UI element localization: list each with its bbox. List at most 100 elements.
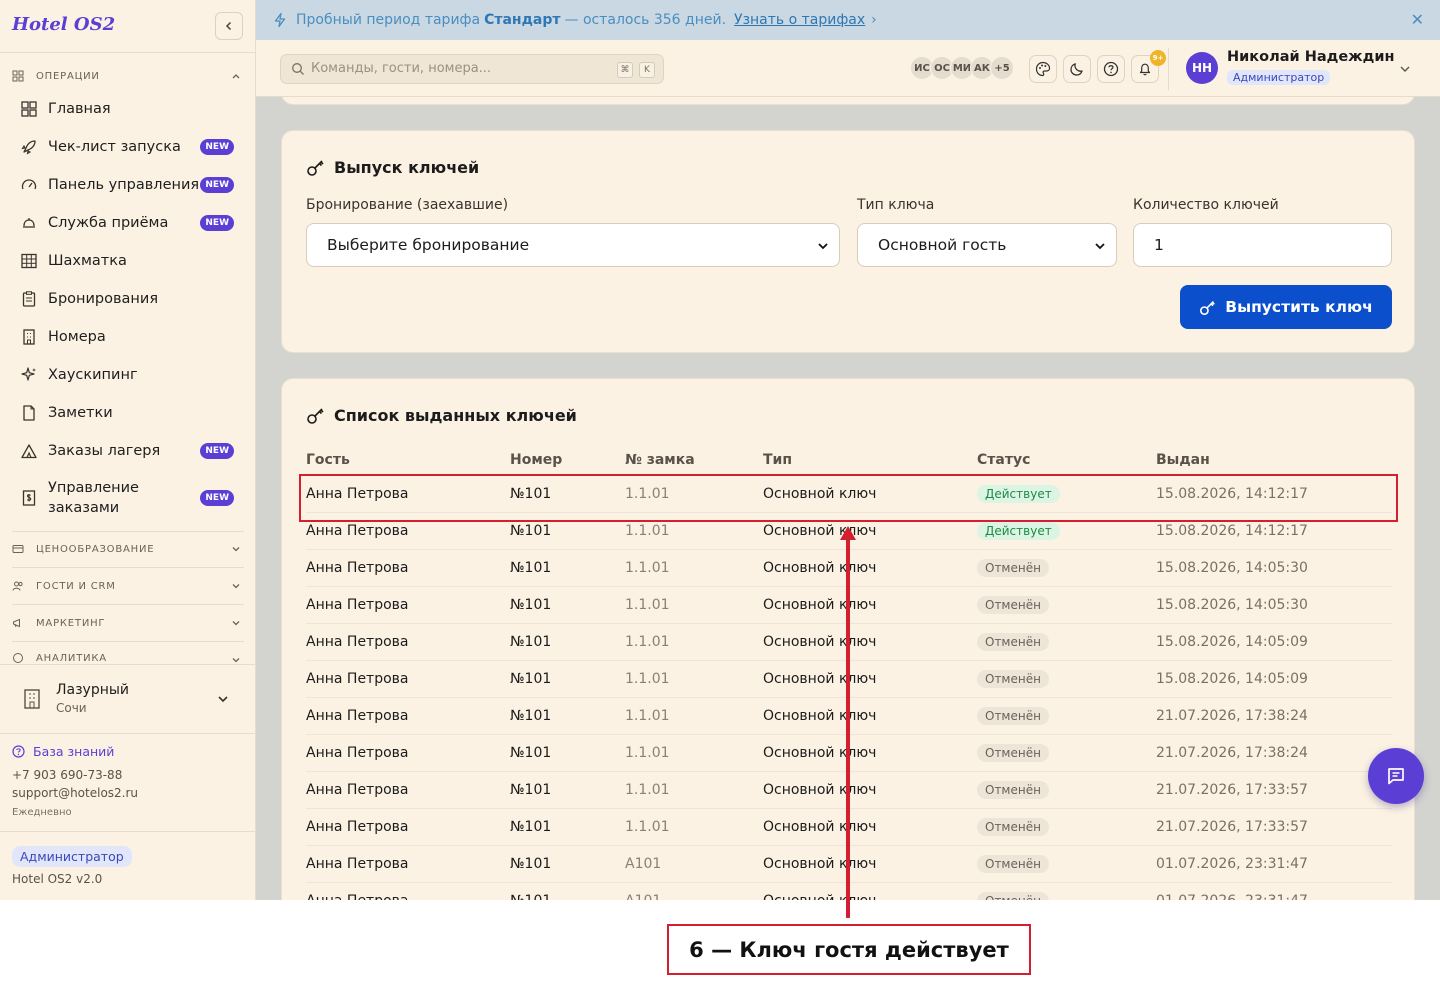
sidebar-item[interactable]: Бронирования xyxy=(12,282,244,316)
status-cell: Отменён xyxy=(977,882,1156,900)
booking-select-value: Выберите бронирование xyxy=(327,236,530,254)
key-count-input[interactable]: 1 xyxy=(1133,223,1392,267)
app-version: Hotel OS2 v2.0 xyxy=(12,872,103,886)
gauge-icon xyxy=(20,176,38,194)
moon-icon xyxy=(1070,63,1083,76)
column-header-lock[interactable]: № замка xyxy=(625,445,763,476)
sidebar-item[interactable]: Заказы лагеря NEW xyxy=(12,434,244,468)
dark-mode-button[interactable] xyxy=(1063,55,1091,83)
user-name[interactable]: Николай Надеждин xyxy=(1227,49,1395,65)
status-badge: Действует xyxy=(977,521,1060,540)
user-avatar[interactable]: НН xyxy=(1186,52,1218,84)
support-email[interactable]: support@hotelos2.ru xyxy=(12,786,138,800)
divider xyxy=(0,664,255,665)
sidebar-item[interactable]: Главная xyxy=(12,92,244,126)
theme-palette-button[interactable] xyxy=(1029,55,1057,83)
search-icon xyxy=(292,63,304,75)
guest-cell: Анна Петрова xyxy=(306,845,510,883)
type-cell: Основной ключ xyxy=(763,697,977,735)
section-pricing[interactable]: ЦЕНООБРАЗОВАНИЕ xyxy=(12,539,244,559)
section-guests-crm[interactable]: ГОСТИ И CRM xyxy=(12,576,244,596)
column-header-room[interactable]: Номер xyxy=(510,445,625,476)
column-header-type[interactable]: Тип xyxy=(763,445,977,476)
sidebar-item[interactable]: Чек-лист запуска NEW xyxy=(12,130,244,164)
type-cell: Основной ключ xyxy=(763,660,977,698)
chart-icon xyxy=(12,652,24,664)
lock-cell: 1.1.01 xyxy=(625,623,763,661)
chat-button[interactable] xyxy=(1368,748,1424,804)
clipboard-icon xyxy=(20,290,38,308)
column-header-status[interactable]: Статус xyxy=(977,445,1156,476)
pricing-link[interactable]: Узнать о тарифах xyxy=(734,12,865,28)
status-cell: Отменён xyxy=(977,734,1156,772)
tent-icon xyxy=(20,442,38,460)
building-icon xyxy=(20,328,38,346)
section-marketing[interactable]: МАРКЕТИНГ xyxy=(12,613,244,633)
issued-cell: 21.07.2026, 17:33:57 xyxy=(1156,771,1392,809)
sidebar-item[interactable]: Управление заказами NEW xyxy=(12,472,244,524)
room-cell: №101 xyxy=(510,623,625,661)
search-input[interactable] xyxy=(311,61,601,76)
status-badge: Отменён xyxy=(977,891,1049,900)
hotel-city: Сочи xyxy=(56,701,87,715)
help-button[interactable] xyxy=(1097,55,1125,83)
sidebar-item[interactable]: Служба приёма NEW xyxy=(12,206,244,240)
issue-key-button[interactable]: Выпустить ключ xyxy=(1180,285,1392,329)
type-cell: Основной ключ xyxy=(763,808,977,846)
brand-logo[interactable]: Hotel OS2 xyxy=(12,14,115,35)
chevron-down-icon xyxy=(818,243,828,250)
grid-icon xyxy=(12,70,24,82)
key-count-label: Количество ключей xyxy=(1133,197,1279,213)
chevron-down-icon xyxy=(232,547,240,552)
chevron-down-icon xyxy=(1095,243,1105,250)
status-badge: Отменён xyxy=(977,743,1049,762)
guest-cell: Анна Петрова xyxy=(306,660,510,698)
lock-cell: 1.1.01 xyxy=(625,808,763,846)
table-icon xyxy=(20,252,38,270)
key-type-select[interactable]: Основной гость xyxy=(857,223,1117,267)
type-cell: Основной ключ xyxy=(763,586,977,624)
divider xyxy=(12,641,244,642)
status-cell: Отменён xyxy=(977,697,1156,735)
top-header: ⌘ K ИС ОС МИ АК +5 9+ НН Николай Надежди… xyxy=(256,40,1440,97)
annotation-caption: 6 — Ключ гостя действует xyxy=(667,924,1031,975)
section-operations[interactable]: ОПЕРАЦИИ xyxy=(12,66,244,86)
divider xyxy=(1168,48,1169,90)
section-label: ГОСТИ И CRM xyxy=(36,580,116,592)
lock-cell: A101 xyxy=(625,845,763,883)
issued-cell: 15.08.2026, 14:05:09 xyxy=(1156,623,1392,661)
support-phone[interactable]: +7 903 690-73-88 xyxy=(12,768,122,782)
chevron-down-icon[interactable] xyxy=(1398,62,1412,76)
section-label: МАРКЕТИНГ xyxy=(36,617,106,629)
more-users-badge[interactable]: +5 xyxy=(990,56,1014,80)
status-badge: Отменён xyxy=(977,669,1049,688)
room-cell: №101 xyxy=(510,697,625,735)
room-cell: №101 xyxy=(510,586,625,624)
guest-cell: Анна Петрова xyxy=(306,771,510,809)
sidebar-item[interactable]: Хаускипинг xyxy=(12,358,244,392)
hotel-name: Лазурный xyxy=(56,682,130,698)
close-banner-icon[interactable]: ✕ xyxy=(1411,10,1424,29)
rocket-icon xyxy=(20,138,38,156)
sidebar-item[interactable]: Номера xyxy=(12,320,244,354)
divider xyxy=(0,831,255,832)
command-search[interactable]: ⌘ K xyxy=(280,54,664,84)
guest-cell: Анна Петрова xyxy=(306,623,510,661)
chevron-left-icon xyxy=(225,21,232,31)
collapse-sidebar-button[interactable] xyxy=(215,12,243,40)
hotel-selector[interactable]: Лазурный Сочи xyxy=(12,676,244,720)
column-header-issued[interactable]: Выдан xyxy=(1156,445,1392,476)
section-label: ЦЕНООБРАЗОВАНИЕ xyxy=(36,543,155,555)
key-icon xyxy=(306,405,326,425)
sidebar-item-label: Шахматка xyxy=(48,253,127,269)
column-header-guest[interactable]: Гость xyxy=(306,445,510,476)
room-cell: №101 xyxy=(510,808,625,846)
sidebar-item[interactable]: Шахматка xyxy=(12,244,244,278)
knowledge-base-label: База знаний xyxy=(33,744,115,759)
sidebar-item[interactable]: Заметки xyxy=(12,396,244,430)
guest-cell: Анна Петрова xyxy=(306,697,510,735)
notifications-button[interactable]: 9+ xyxy=(1131,50,1166,83)
sidebar-item[interactable]: Панель управления NEW xyxy=(12,168,244,202)
knowledge-base-link[interactable]: База знаний xyxy=(12,744,114,759)
booking-select[interactable]: Выберите бронирование xyxy=(306,223,840,267)
